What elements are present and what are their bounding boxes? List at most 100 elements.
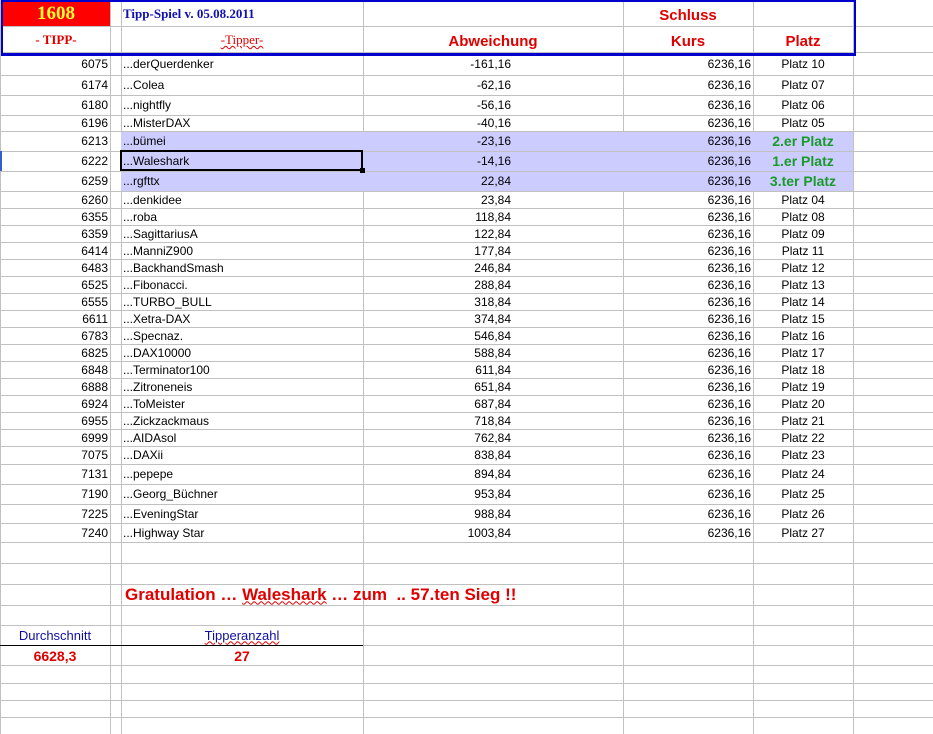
tipper-cell[interactable]: ...bümei	[121, 131, 363, 151]
tipp-cell[interactable]: 6213	[0, 131, 110, 151]
kurs-cell[interactable]: 6236,16	[623, 52, 753, 75]
tipp-cell[interactable]: 6222	[0, 151, 110, 171]
tipper-cell[interactable]: ...Georg_Büchner	[121, 484, 363, 504]
kurs-cell[interactable]: 6236,16	[623, 412, 753, 429]
selected-cell-border[interactable]	[120, 150, 365, 173]
abweichung-cell[interactable]: -161,16	[363, 52, 513, 75]
abweichung-cell[interactable]: 588,84	[363, 344, 513, 361]
kurs-cell[interactable]: 6236,16	[623, 115, 753, 131]
tipper-cell[interactable]: ...DAXii	[121, 446, 363, 464]
tipp-cell[interactable]: 6414	[0, 242, 110, 259]
tipp-cell[interactable]: 7240	[0, 523, 110, 542]
platz-cell[interactable]: Platz 22	[753, 429, 853, 446]
tipper-cell[interactable]: ...EveningStar	[121, 504, 363, 523]
platz-cell[interactable]: Platz 20	[753, 395, 853, 412]
tipper-cell[interactable]: ...ManniZ900	[121, 242, 363, 259]
platz-cell[interactable]: Platz 09	[753, 225, 853, 242]
tipp-cell[interactable]: 6359	[0, 225, 110, 242]
abweichung-cell[interactable]: 546,84	[363, 327, 513, 344]
abweichung-cell[interactable]: 122,84	[363, 225, 513, 242]
count-label[interactable]: Tipperanzahl	[121, 625, 363, 645]
tipper-cell[interactable]: ...BackhandSmash	[121, 259, 363, 276]
header-schluss[interactable]: Schluss	[623, 2, 753, 28]
header-tipper[interactable]: -Tipper-	[121, 28, 363, 52]
kurs-cell[interactable]: 6236,16	[623, 429, 753, 446]
platz-cell[interactable]: 1.er Platz	[753, 151, 853, 171]
tipp-cell[interactable]: 6555	[0, 293, 110, 310]
platz-cell[interactable]: Platz 14	[753, 293, 853, 310]
tipp-cell[interactable]: 6180	[0, 95, 110, 115]
kurs-cell[interactable]: 6236,16	[623, 276, 753, 293]
tipper-cell[interactable]: ...nightfly	[121, 95, 363, 115]
tipp-cell[interactable]: 6525	[0, 276, 110, 293]
tipp-cell[interactable]: 6848	[0, 361, 110, 378]
kurs-cell[interactable]: 6236,16	[623, 361, 753, 378]
kurs-cell[interactable]: 6236,16	[623, 75, 753, 95]
kurs-cell[interactable]: 6236,16	[623, 293, 753, 310]
tipp-cell[interactable]: 6483	[0, 259, 110, 276]
abweichung-cell[interactable]: 288,84	[363, 276, 513, 293]
count-value[interactable]: 27	[121, 646, 363, 665]
abweichung-cell[interactable]: 718,84	[363, 412, 513, 429]
platz-cell[interactable]: Platz 16	[753, 327, 853, 344]
abweichung-cell[interactable]: 374,84	[363, 310, 513, 327]
kurs-cell[interactable]: 6236,16	[623, 523, 753, 542]
fill-handle[interactable]	[360, 168, 365, 173]
tipper-cell[interactable]: ...Colea	[121, 75, 363, 95]
title-cell[interactable]: Tipp-Spiel v. 05.08.2011	[121, 2, 363, 26]
tipper-cell[interactable]: ...Zickzackmaus	[121, 412, 363, 429]
platz-cell[interactable]: Platz 04	[753, 191, 853, 208]
tipper-cell[interactable]: ...Fibonacci.	[121, 276, 363, 293]
tipp-cell[interactable]: 6825	[0, 344, 110, 361]
tipper-cell[interactable]: ...Highway Star	[121, 523, 363, 542]
platz-cell[interactable]: Platz 24	[753, 464, 853, 484]
kurs-cell[interactable]: 6236,16	[623, 464, 753, 484]
congrats-message[interactable]: Gratulation … Waleshark … zum .. 57.ten …	[123, 584, 516, 605]
platz-cell[interactable]: Platz 18	[753, 361, 853, 378]
platz-cell[interactable]: Platz 12	[753, 259, 853, 276]
kurs-cell[interactable]: 6236,16	[623, 504, 753, 523]
avg-label[interactable]: Durchschnitt	[0, 625, 110, 645]
tipp-cell[interactable]: 6888	[0, 378, 110, 395]
platz-cell[interactable]: Platz 17	[753, 344, 853, 361]
platz-cell[interactable]: 2.er Platz	[753, 131, 853, 151]
tipp-cell[interactable]: 7075	[0, 446, 110, 464]
tipper-cell[interactable]: ...MisterDAX	[121, 115, 363, 131]
platz-cell[interactable]: 3.ter Platz	[753, 171, 853, 191]
tipp-cell[interactable]: 6999	[0, 429, 110, 446]
tipp-cell[interactable]: 6075	[0, 52, 110, 75]
tipper-cell[interactable]: ...AIDAsol	[121, 429, 363, 446]
tipp-cell[interactable]: 6355	[0, 208, 110, 225]
platz-cell[interactable]: Platz 11	[753, 242, 853, 259]
abweichung-cell[interactable]: 22,84	[363, 171, 513, 191]
tipper-cell[interactable]: ...Specnaz.	[121, 327, 363, 344]
tipper-cell[interactable]: ...roba	[121, 208, 363, 225]
tipper-cell[interactable]: ...Terminator100	[121, 361, 363, 378]
platz-cell[interactable]: Platz 23	[753, 446, 853, 464]
tipper-cell[interactable]: ...TURBO_BULL	[121, 293, 363, 310]
kurs-cell[interactable]: 6236,16	[623, 191, 753, 208]
kurs-cell[interactable]: 6236,16	[623, 446, 753, 464]
tipp-cell[interactable]: 6260	[0, 191, 110, 208]
platz-cell[interactable]: Platz 19	[753, 378, 853, 395]
tipper-cell[interactable]: ...rgfttx	[121, 171, 363, 191]
abweichung-cell[interactable]: -14,16	[363, 151, 513, 171]
platz-cell[interactable]: Platz 06	[753, 95, 853, 115]
header-tipp[interactable]: - TIPP-	[2, 28, 110, 52]
kurs-cell[interactable]: 6236,16	[623, 225, 753, 242]
tipp-cell[interactable]: 6196	[0, 115, 110, 131]
platz-cell[interactable]: Platz 26	[753, 504, 853, 523]
kurs-cell[interactable]: 6236,16	[623, 95, 753, 115]
tipper-cell[interactable]: ...derQuerdenker	[121, 52, 363, 75]
tipp-cell[interactable]: 7225	[0, 504, 110, 523]
tipper-cell[interactable]: ...Xetra-DAX	[121, 310, 363, 327]
tipper-cell[interactable]: ...DAX10000	[121, 344, 363, 361]
kurs-cell[interactable]: 6236,16	[623, 259, 753, 276]
platz-cell[interactable]: Platz 13	[753, 276, 853, 293]
abweichung-cell[interactable]: 318,84	[363, 293, 513, 310]
tipper-cell[interactable]: ...Zitroneneis	[121, 378, 363, 395]
kurs-cell[interactable]: 6236,16	[623, 344, 753, 361]
header-kurs[interactable]: Kurs	[623, 28, 753, 54]
abweichung-cell[interactable]: -23,16	[363, 131, 513, 151]
tipper-cell[interactable]: ...denkidee	[121, 191, 363, 208]
